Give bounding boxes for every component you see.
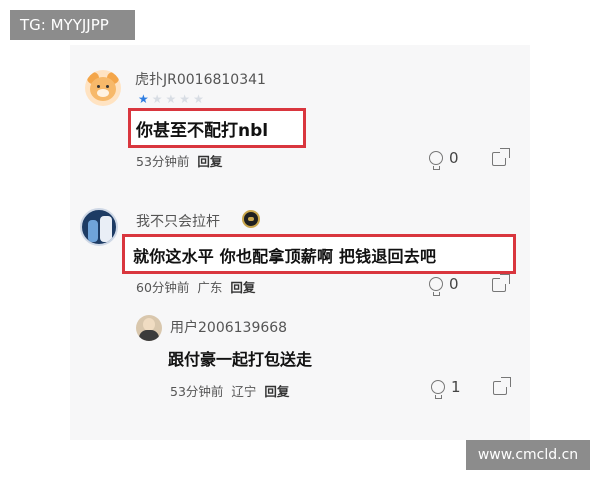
rating-stars: ★★★★★ <box>138 92 207 106</box>
avatar-tiger[interactable] <box>85 70 121 106</box>
comment-2-time: 60分钟前 <box>136 280 190 295</box>
reply-like-count: 1 <box>451 378 461 396</box>
comment-1-username[interactable]: 虎扑JR0016810341 <box>135 69 266 89</box>
comment-1-content: 你甚至不配打nbl <box>136 121 269 141</box>
avatar-snout <box>97 89 109 97</box>
verified-badge-icon <box>242 210 260 228</box>
comment-1-like-count: 0 <box>449 149 459 167</box>
avatar-eye-left <box>97 85 100 88</box>
avatar-user-3[interactable] <box>136 315 162 341</box>
star-icon: ★ <box>165 92 180 106</box>
comment-1-time: 53分钟前 <box>136 154 190 169</box>
reply-time: 53分钟前 <box>170 384 224 399</box>
avatar-body <box>139 330 159 341</box>
reply-content: 跟付豪一起打包送走 <box>168 350 313 369</box>
comment-2-location: 广东 <box>197 280 223 295</box>
comment-2-content: 就你这水平 你也配拿顶薪啊 把钱退回去吧 <box>133 247 437 266</box>
light-bulb-icon[interactable] <box>429 151 443 170</box>
reply-meta: 53分钟前 辽宁 回复 <box>170 381 297 400</box>
star-icon-active: ★ <box>138 92 152 106</box>
comment-1-meta: 53分钟前 回复 <box>136 151 230 170</box>
star-icon: ★ <box>179 92 194 106</box>
comment-2-like-count: 0 <box>449 275 459 293</box>
reply-reply-button[interactable]: 回复 <box>264 384 289 399</box>
share-icon[interactable] <box>493 377 511 395</box>
light-bulb-icon[interactable] <box>429 277 443 296</box>
reply-location: 辽宁 <box>231 384 257 399</box>
share-icon[interactable] <box>492 148 510 166</box>
comment-2-username[interactable]: 我不只会拉杆 <box>136 211 220 231</box>
avatar-figure <box>88 220 98 242</box>
avatar-user-2[interactable] <box>80 208 118 246</box>
comment-2-meta: 60分钟前 广东 回复 <box>136 277 263 296</box>
star-icon: ★ <box>151 92 166 106</box>
watermark-top-left: TG: MYYJJPP <box>10 10 135 40</box>
watermark-bottom-right: www.cmcld.cn <box>466 440 590 470</box>
comment-1-reply-button[interactable]: 回复 <box>197 154 222 169</box>
star-icon: ★ <box>193 92 207 106</box>
share-icon[interactable] <box>492 274 510 292</box>
avatar-eye-right <box>106 85 109 88</box>
light-bulb-icon[interactable] <box>431 380 445 399</box>
reply-username[interactable]: 用户2006139668 <box>170 317 287 337</box>
comment-2-reply-button[interactable]: 回复 <box>230 280 255 295</box>
avatar-figure <box>100 216 112 242</box>
